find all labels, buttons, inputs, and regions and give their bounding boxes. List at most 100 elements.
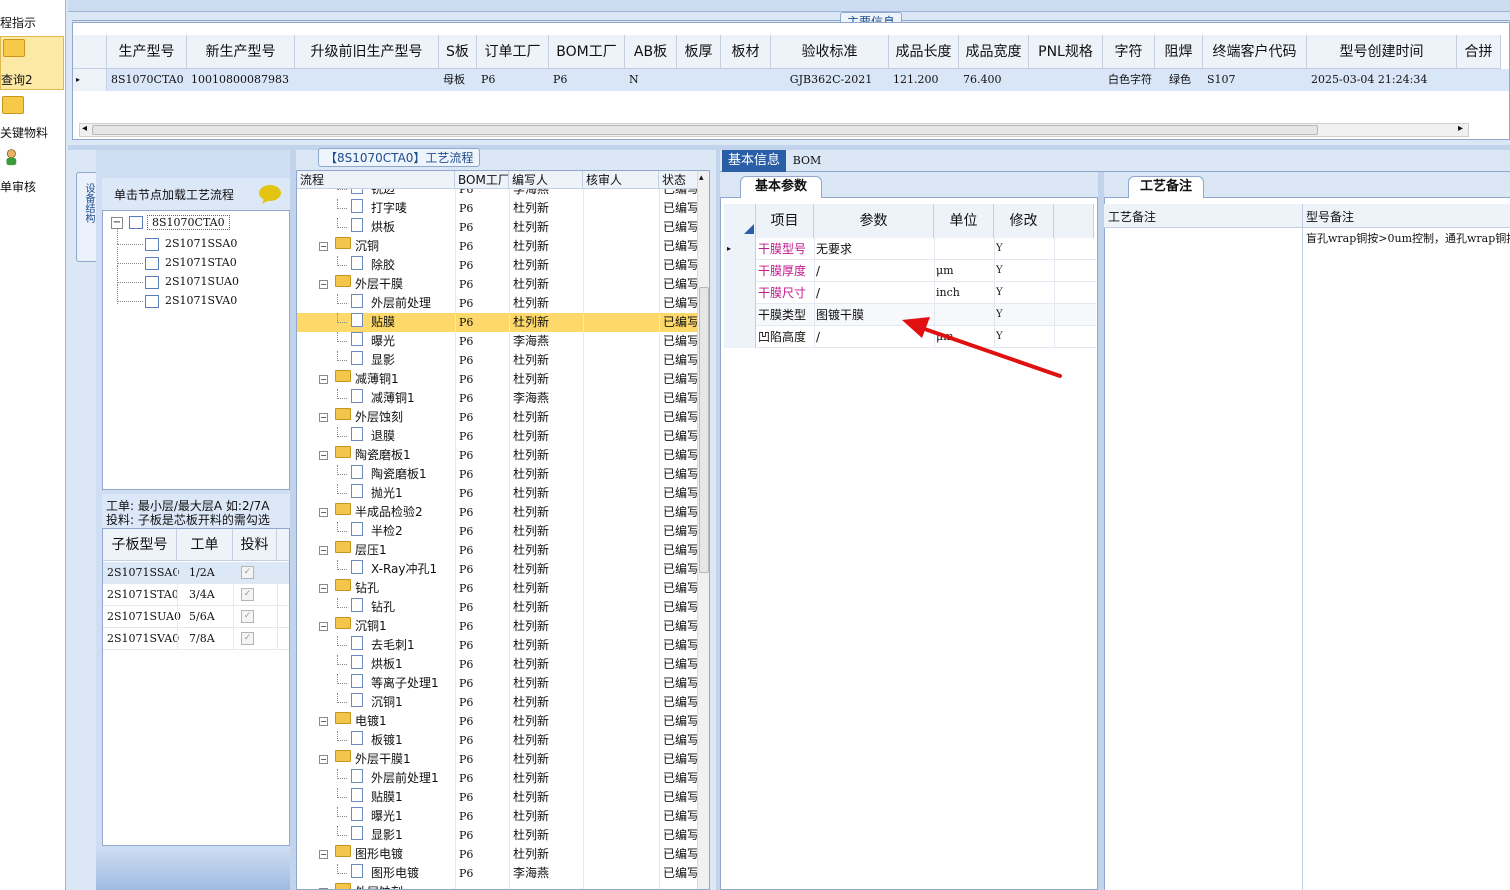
column-header[interactable]: S板 [439,35,477,69]
column-header[interactable]: BOM工厂 [455,171,509,189]
column-header[interactable]: 订单工厂 [477,35,549,69]
flow-row[interactable]: − 减薄铜1 P6 杜列新 已编写 [297,370,697,389]
subtab-basic-params[interactable]: 基本参数 [740,176,822,198]
column-header[interactable]: AB板 [625,35,677,69]
vertical-scrollbar[interactable]: ▴ [697,171,709,889]
column-header[interactable]: 单位 [934,204,994,238]
collapse-toggle[interactable]: − [319,584,328,593]
flow-row[interactable]: − 钻孔 P6 杜列新 已编写 [297,579,697,598]
column-header[interactable]: 验收标准 [771,35,889,69]
flow-row[interactable]: 烘板1 P6 杜列新 已编写 [297,655,697,674]
flow-row[interactable]: 钻孔 P6 杜列新 已编写 [297,598,697,617]
column-header[interactable]: 项目 [756,204,814,238]
flow-row[interactable]: 外层前处理 P6 杜列新 已编写 [297,294,697,313]
nav-item-process-instruction[interactable]: 程指示 [0,0,64,34]
column-header[interactable]: 升级前旧生产型号 [295,35,439,69]
column-header[interactable]: 生产型号 [107,35,187,69]
column-header[interactable]: 成品宽度 [959,35,1029,69]
flow-row[interactable]: X-Ray冲孔1 P6 杜列新 已编写 [297,560,697,579]
table-row[interactable]: 2S1071SUA0 5/6A ✓ [103,606,289,628]
collapse-toggle[interactable]: − [319,280,328,289]
param-row[interactable]: 干膜厚度 / μm Y [724,260,1096,282]
scrollbar-thumb[interactable] [699,287,709,573]
column-header[interactable]: 终端客户代码 [1203,35,1307,69]
nav-item-key-material[interactable]: 关键物料 [0,94,64,140]
flow-row[interactable]: 退膜 P6 杜列新 已编写 [297,427,697,446]
column-header[interactable]: 阻焊 [1155,35,1203,69]
flow-row[interactable]: 半检2 P6 杜列新 已编写 [297,522,697,541]
nav-item-query2[interactable]: 查询2 [0,36,64,90]
feed-checkbox[interactable]: ✓ [241,610,254,623]
flow-row[interactable]: 板镀1 P6 杜列新 已编写 [297,731,697,750]
flow-row[interactable]: 陶瓷磨板1 P6 杜列新 已编写 [297,465,697,484]
flow-row[interactable]: 抛光1 P6 杜列新 已编写 [297,484,697,503]
scroll-left-icon[interactable]: ◂ [82,123,87,134]
feed-checkbox[interactable]: ✓ [241,632,254,645]
collapse-toggle[interactable]: − [319,717,328,726]
column-header[interactable]: 新生产型号 [187,35,295,69]
flow-row[interactable]: − 陶瓷磨板1 P6 杜列新 已编写 [297,446,697,465]
flow-row[interactable]: − 沉铜1 P6 杜列新 已编写 [297,617,697,636]
collapse-toggle[interactable]: − [319,622,328,631]
column-header[interactable]: 板材 [721,35,771,69]
model-remark-text[interactable]: 盲孔wrap铜按>0um控制，通孔wrap铜按 [1306,230,1510,246]
flow-row[interactable]: 减薄铜1 P6 李海燕 已编写 [297,389,697,408]
column-header[interactable]: PNL规格 [1029,35,1103,69]
collapse-toggle[interactable]: − [319,413,328,422]
column-header[interactable]: 编写人 [509,171,583,189]
flow-row[interactable]: − 层压1 P6 杜列新 已编写 [297,541,697,560]
table-row[interactable]: ▸ 8S1070CTA0 10010800087983 母板 P6 P6 N GJB362C-… [73,69,1509,91]
column-header[interactable]: 工单 [177,529,233,561]
flow-row[interactable]: − 电镀1 P6 杜列新 已编写 [297,712,697,731]
scroll-right-icon[interactable]: ▸ [1458,123,1463,134]
feed-checkbox[interactable]: ✓ [241,566,254,579]
param-value[interactable]: 无要求 [816,238,934,260]
flow-row[interactable]: 外层前处理1 P6 杜列新 已编写 [297,769,697,788]
flow-row[interactable]: 去毛刺1 P6 杜列新 已编写 [297,636,697,655]
scrollbar-thumb[interactable] [92,125,1318,135]
column-header[interactable]: 成品长度 [889,35,959,69]
horizontal-scrollbar[interactable]: ◂ ▸ [79,123,1469,137]
tab-bom[interactable]: BOM [792,150,822,172]
tree-node[interactable]: 2S1071SUA0 [165,275,239,288]
table-row[interactable]: 2S1071STA0 3/4A ✓ [103,584,289,606]
flow-row[interactable]: 显影1 P6 杜列新 已编写 [297,826,697,845]
column-header[interactable]: 合拼 [1457,35,1501,69]
table-row[interactable]: 2S1071SVA0 7/8A ✓ [103,628,289,650]
column-header[interactable]: 状态 [659,171,699,189]
param-row[interactable]: ▸ 干膜型号 无要求 Y [724,238,1096,260]
flow-row[interactable]: − 外层干膜1 P6 杜列新 已编写 [297,750,697,769]
column-header[interactable]: 字符 [1103,35,1155,69]
flow-row[interactable]: 贴膜 P6 杜列新 已编写 [297,313,697,332]
table-row[interactable]: 2S1071SSA0 1/2A ✓ [103,562,289,584]
column-header[interactable]: 核审人 [583,171,659,189]
tab-basic-info[interactable]: 基本信息 [722,150,786,172]
flow-row[interactable]: 沉铜1 P6 杜列新 已编写 [297,693,697,712]
column-header[interactable]: 子板型号 [103,529,177,561]
tab-process-remarks[interactable]: 工艺备注 [1128,176,1204,198]
flow-row[interactable]: 图形电镀 P6 李海燕 已编写 [297,864,697,883]
flow-row[interactable]: − 半成品检验2 P6 杜列新 已编写 [297,503,697,522]
column-header[interactable]: 投料 [233,529,277,561]
collapse-toggle[interactable]: − [319,242,328,251]
column-header[interactable]: 参数 [814,204,934,238]
flow-row[interactable]: 贴膜1 P6 杜列新 已编写 [297,788,697,807]
column-header[interactable]: 流程 [297,171,455,189]
flow-row[interactable]: 打字唛 P6 杜列新 已编写 [297,199,697,218]
flow-row[interactable]: − 外层干膜 P6 杜列新 已编写 [297,275,697,294]
flow-row[interactable]: − 图形电镀 P6 杜列新 已编写 [297,845,697,864]
tree-node[interactable]: 2S1071STA0 [165,256,237,269]
collapse-toggle[interactable]: − [319,451,328,460]
flow-row[interactable]: −外层蚀刻 [297,883,697,889]
flow-row[interactable]: 烘板 P6 杜列新 已编写 [297,218,697,237]
collapse-toggle[interactable]: − [319,850,328,859]
collapse-toggle[interactable]: − [319,546,328,555]
collapse-toggle[interactable]: − [319,508,328,517]
column-header[interactable]: BOM工厂 [549,35,625,69]
nav-item-review[interactable]: 单审核 [0,146,64,194]
collapse-toggle[interactable]: − [319,375,328,384]
scroll-up-icon[interactable]: ▴ [699,173,704,183]
tree-node[interactable]: 2S1071SSA0 [165,237,237,250]
flow-row[interactable]: 显影 P6 杜列新 已编写 [297,351,697,370]
flow-row[interactable]: 等离子处理1 P6 杜列新 已编写 [297,674,697,693]
